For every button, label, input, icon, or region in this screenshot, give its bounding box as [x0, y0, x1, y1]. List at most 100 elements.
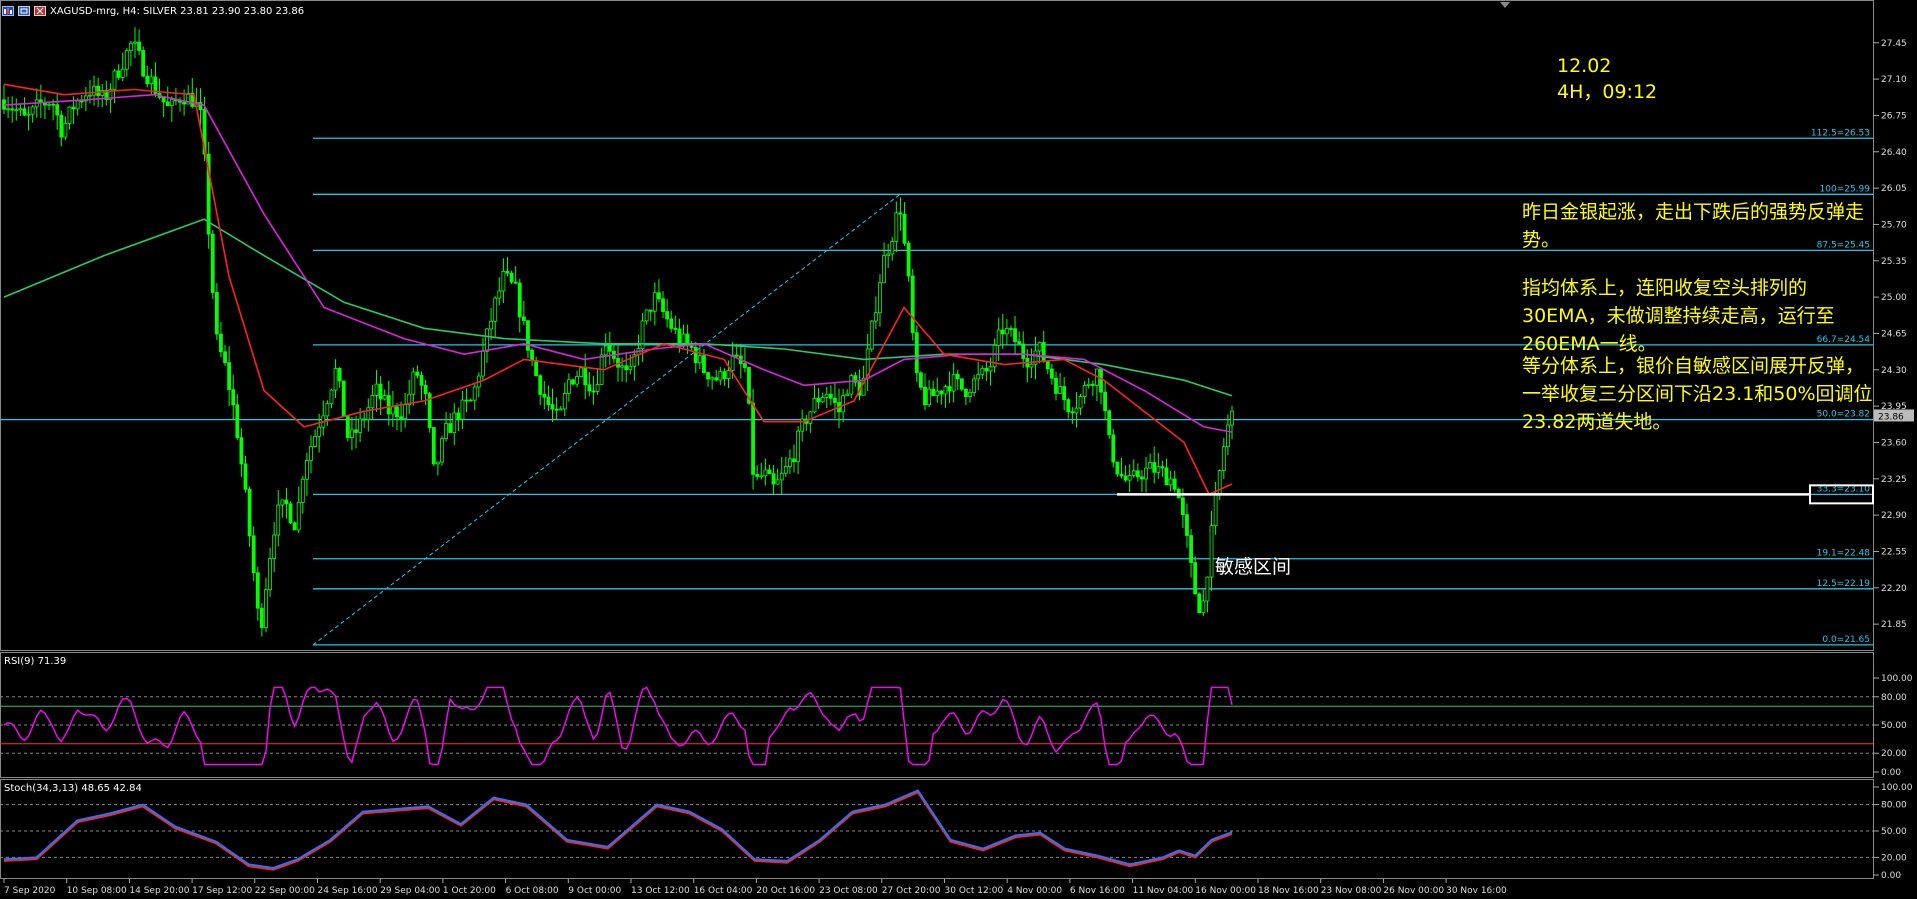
stoch-tick-label: 20.00	[1881, 853, 1907, 863]
candle-body	[1189, 535, 1193, 563]
candle-body	[1090, 383, 1095, 386]
candle-body	[775, 479, 780, 485]
candle-body	[128, 42, 133, 52]
time-tick-label: 20 Oct 16:00	[756, 886, 815, 896]
candle-body	[1185, 514, 1189, 536]
stoch-tick-label: 80.00	[1881, 801, 1907, 811]
candle-body	[235, 404, 240, 438]
candle-body	[972, 378, 977, 393]
candle-body	[824, 393, 829, 398]
candle-body	[1037, 342, 1042, 352]
annotation-paragraph-1: 昨日金银起涨，走出下跌后的强势反弹走势。	[1522, 201, 1865, 251]
candle-body	[935, 390, 940, 396]
rsi-pane[interactable]: 100.00 80.00 50.00 20.00 0.00	[0, 652, 1917, 778]
time-tick-label: 1 Oct 20:00	[443, 886, 496, 896]
candle-body	[497, 290, 502, 299]
candle-body	[1045, 360, 1050, 370]
candle-body	[591, 390, 596, 393]
candle-body	[603, 345, 608, 356]
candle-body	[869, 320, 874, 350]
candle-body	[726, 370, 731, 379]
candle-body	[251, 535, 256, 574]
candle-body	[951, 373, 956, 392]
rsi-pane-border	[0, 652, 1874, 778]
candle-body	[722, 371, 727, 379]
candle-body	[947, 386, 952, 392]
candle-body	[419, 375, 424, 386]
candle-body	[521, 316, 526, 322]
candle-body	[1221, 446, 1226, 471]
candle-body	[673, 327, 678, 330]
candle-body	[607, 345, 612, 352]
candle-body	[910, 275, 915, 334]
price-tick-label: 27.45	[1881, 39, 1907, 49]
candle-body	[755, 474, 760, 477]
time-tick-label: 22 Sep 00:00	[255, 886, 315, 896]
time-tick-label: 9 Oct 00:00	[568, 886, 621, 896]
candle-body	[579, 367, 584, 377]
candle-body	[542, 394, 547, 398]
candle-body	[165, 101, 170, 107]
candle-body	[14, 109, 19, 112]
candle-body	[1029, 363, 1034, 368]
candle-body	[1209, 525, 1214, 578]
candle-body	[1140, 476, 1144, 480]
time-tick-label: 23 Nov 08:00	[1321, 886, 1382, 896]
stoch-main-line	[3, 789, 1233, 870]
candle-body	[18, 108, 23, 111]
candle-body	[288, 503, 293, 524]
candle-body	[886, 253, 891, 257]
candle-body	[300, 478, 305, 503]
candle-body	[59, 114, 64, 138]
candle-body	[685, 333, 690, 345]
candle-body	[583, 367, 588, 386]
stoch-pane-border	[0, 779, 1874, 879]
candle-body	[534, 360, 539, 377]
candle-body	[1070, 411, 1075, 414]
candle-body	[620, 365, 624, 368]
candle-body	[390, 406, 395, 415]
candle-body	[828, 393, 833, 399]
candle-body	[955, 373, 960, 380]
candle-body	[751, 402, 755, 475]
candle-body	[849, 375, 854, 395]
candle-body	[255, 572, 260, 609]
candle-body	[546, 396, 551, 405]
candle-body	[873, 312, 878, 322]
candle-body	[706, 372, 710, 380]
candle-body	[1099, 368, 1103, 393]
candle-body	[669, 318, 674, 329]
candle-body	[714, 377, 719, 381]
price-tick-label: 23.25	[1881, 475, 1907, 485]
candle-body	[182, 101, 187, 105]
stoch-pane[interactable]: 100.00 80.00 50.00 20.00 0.00	[0, 779, 1917, 879]
candle-body	[460, 399, 465, 420]
candle-body	[1135, 470, 1140, 478]
candle-body	[1152, 462, 1157, 473]
time-tick-label: 29 Sep 04:00	[380, 886, 440, 896]
candle-body	[1213, 493, 1218, 526]
time-tick-label: 11 Nov 04:00	[1133, 886, 1194, 896]
candle-body	[1054, 377, 1058, 394]
candle-body	[1168, 478, 1173, 486]
candle-body	[976, 373, 981, 380]
ema30-line	[3, 83, 1233, 496]
candle-body	[149, 76, 154, 85]
candle-body	[247, 488, 252, 537]
annotation-paragraph-3: 等分体系上，银价自敏感区间展开反弹，一举收复三分区间下沿23.1和50%回调位2…	[1522, 355, 1873, 433]
candle-body	[141, 50, 146, 77]
stoch-tick-label: 50.00	[1881, 827, 1907, 837]
candle-body	[505, 271, 510, 274]
candle-body	[906, 242, 911, 277]
candle-body	[63, 123, 68, 138]
candle-body	[931, 388, 936, 396]
candle-body	[386, 395, 391, 415]
candle-body	[47, 103, 51, 106]
candle-body	[914, 332, 919, 374]
candle-body	[530, 349, 534, 361]
annotation-paragraph-2: 指均体系上，连阳收复空头排列的30EMA，未做调整持续走高，运行至260EMA一…	[1522, 277, 1835, 355]
time-tick-label: 18 Nov 16:00	[1258, 886, 1319, 896]
candle-body	[878, 282, 882, 314]
rsi-tick-label: 20.00	[1881, 749, 1907, 759]
candle-body	[890, 241, 895, 255]
